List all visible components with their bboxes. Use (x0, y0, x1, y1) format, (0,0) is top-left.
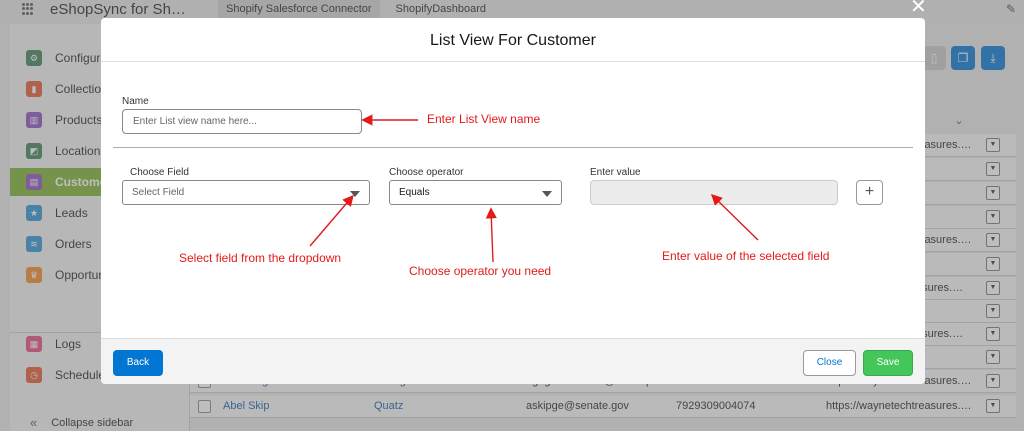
caret-down-icon (542, 191, 552, 197)
caret-down-icon (350, 191, 360, 197)
value-input[interactable] (590, 180, 838, 205)
annotation-field: Select field from the dropdown (179, 251, 342, 265)
close-icon[interactable]: ✕ (910, 0, 927, 19)
enter-value-label: Enter value (590, 167, 641, 178)
list-view-name-input[interactable]: Enter List view name here... (122, 109, 362, 134)
annotation-value: Enter value of the selected field (662, 249, 830, 263)
section-divider (113, 147, 913, 148)
name-label: Name (122, 96, 149, 107)
list-view-modal: List View For Customer Name Enter List v… (101, 18, 925, 384)
close-button[interactable]: Close (803, 350, 856, 376)
field-select-value: Select Field (132, 187, 185, 198)
plus-icon: + (864, 183, 875, 200)
back-button[interactable]: Back (113, 350, 163, 376)
modal-header: List View For Customer (101, 18, 925, 62)
annotation-name: Enter List View name (427, 112, 541, 126)
choose-field-label: Choose Field (130, 167, 189, 178)
add-condition-button[interactable]: + (856, 180, 883, 205)
operator-select[interactable]: Equals (389, 180, 562, 205)
modal-footer: Back Close Save (101, 338, 925, 384)
operator-select-value: Equals (399, 187, 430, 198)
annotation-operator: Choose operator you need (409, 264, 552, 278)
field-select[interactable]: Select Field (122, 180, 370, 205)
save-button[interactable]: Save (863, 350, 913, 376)
modal-title: List View For Customer (430, 32, 596, 49)
choose-operator-label: Choose operator (389, 167, 464, 178)
